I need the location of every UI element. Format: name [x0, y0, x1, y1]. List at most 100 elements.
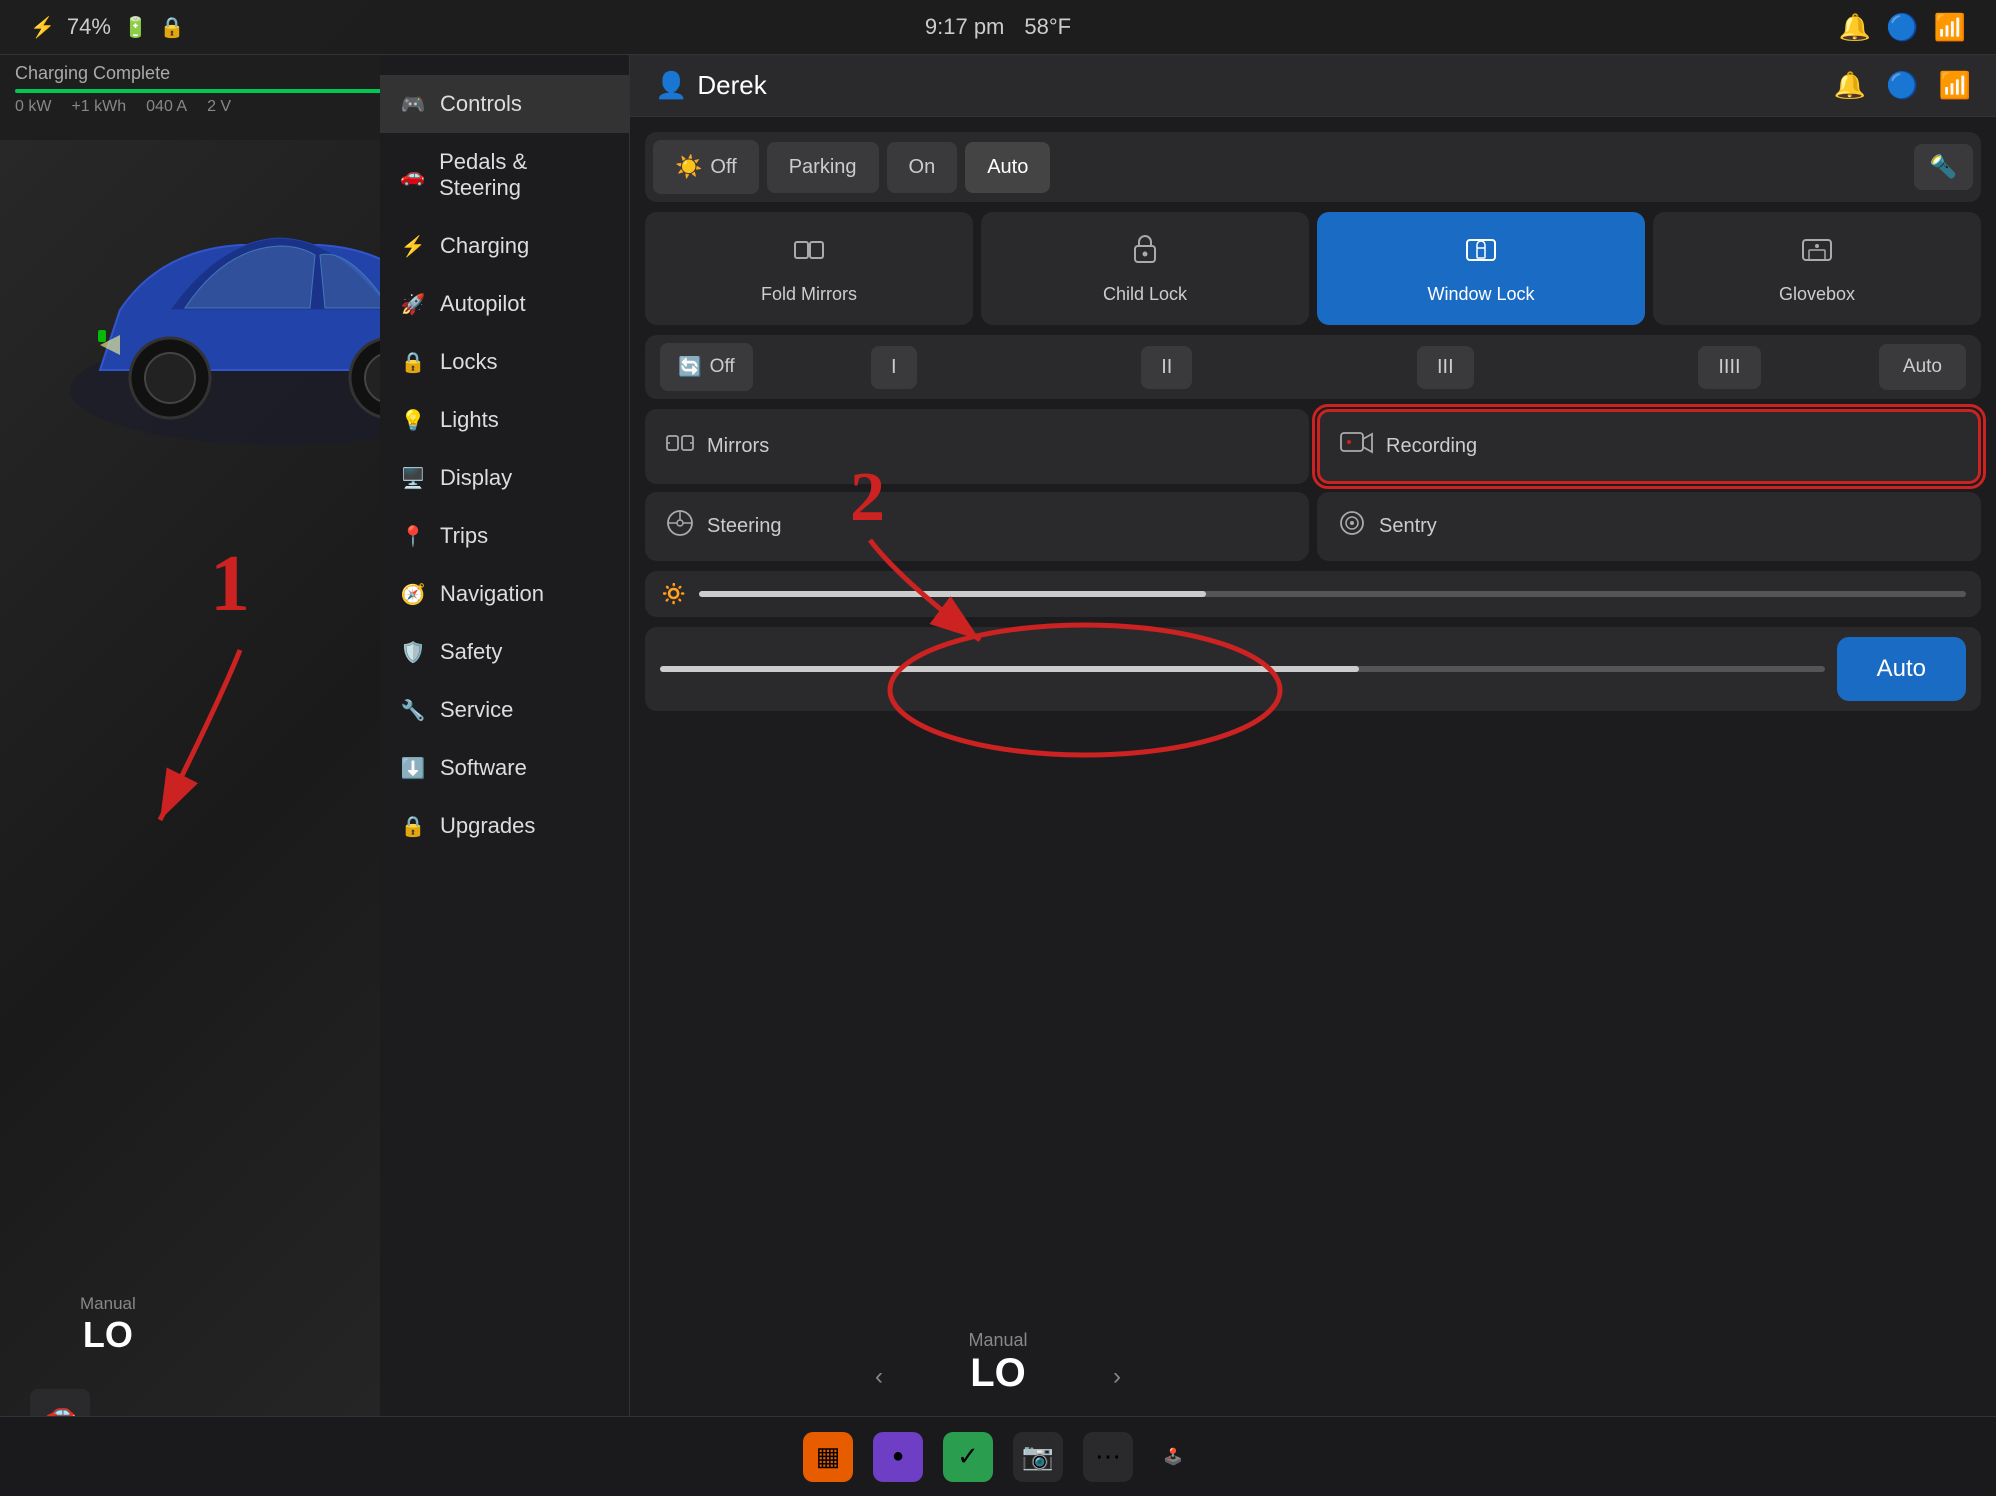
fold-mirrors-icon	[791, 232, 827, 276]
sidebar-item-lights[interactable]: 💡 Lights	[380, 391, 629, 449]
autopilot-icon: 🚀	[400, 292, 426, 317]
wiper-speed-1[interactable]: I	[871, 346, 917, 389]
sidebar-item-pedals[interactable]: 🚗 Pedals & Steering	[380, 133, 629, 217]
manual-label-left: Manual	[80, 1294, 136, 1314]
sidebar-label-lights: Lights	[440, 407, 499, 433]
notification-icon[interactable]: 🔔	[1839, 12, 1871, 43]
sidebar-label-display: Display	[440, 465, 512, 491]
sidebar-item-display[interactable]: 🖥️ Display	[380, 449, 629, 507]
sidebar-label-service: Service	[440, 697, 513, 723]
nav-chevrons: ‹ ›	[875, 1363, 1121, 1391]
navigation-icon: 🧭	[400, 582, 426, 607]
sidebar-item-autopilot[interactable]: 🚀 Autopilot	[380, 275, 629, 333]
notification-header-icon[interactable]: 🔔	[1834, 70, 1866, 101]
bluetooth-header-icon[interactable]: 🔵	[1886, 70, 1918, 101]
recording-icon	[1340, 428, 1374, 465]
wiper-speed-4[interactable]: IIII	[1698, 346, 1760, 389]
sidebar-item-upgrades[interactable]: 🔒 Upgrades	[380, 797, 629, 855]
upgrades-icon: 🔒	[400, 814, 426, 839]
sidebar-item-navigation[interactable]: 🧭 Navigation	[380, 565, 629, 623]
steering-tile[interactable]: Steering	[645, 492, 1309, 561]
lock-status-icon: 🔒	[160, 15, 185, 40]
sidebar-label-trips: Trips	[440, 523, 488, 549]
child-lock-label: Child Lock	[1103, 284, 1187, 305]
wiper-auto-button[interactable]: Auto	[1879, 344, 1966, 390]
child-lock-icon	[1127, 232, 1163, 276]
taskbar-icon-orange[interactable]: ▦	[803, 1432, 853, 1482]
sentry-label: Sentry	[1379, 515, 1437, 538]
status-bar: ⚡ 74% 🔋 🔒 9:17 pm 58°F 🔔 🔵 📶	[0, 0, 1996, 55]
header-icons: 🔔 🔵 📶	[1834, 70, 1971, 101]
lights-off-button[interactable]: ☀️ Off	[653, 140, 759, 194]
charging-bolt-icon: ⚡	[30, 15, 55, 40]
taskbar-icon-purple[interactable]: ●	[873, 1432, 923, 1482]
taskbar-joystick[interactable]: 🕹️	[1153, 1437, 1193, 1477]
glovebox-tile[interactable]: Glovebox	[1653, 212, 1981, 325]
manual-lo-left: Manual LO	[80, 1294, 136, 1356]
wiper-speed-2[interactable]: II	[1141, 346, 1192, 389]
taskbar-icon-camera[interactable]: 📷	[1013, 1432, 1063, 1482]
icon-grid: Fold Mirrors Child Lock	[645, 212, 1981, 325]
light-beam-icon-group[interactable]: 🔦	[1914, 144, 1973, 190]
charging-icon: ⚡	[400, 234, 426, 259]
left-chevron[interactable]: ‹	[875, 1363, 883, 1391]
parking-lights-label: Parking	[789, 156, 857, 179]
sidebar-item-controls[interactable]: 🎮 Controls	[380, 75, 629, 133]
bluetooth-icon[interactable]: 🔵	[1886, 12, 1918, 43]
pedals-icon: 🚗	[400, 163, 425, 188]
lights-icon: 💡	[400, 408, 426, 433]
window-lock-icon	[1463, 232, 1499, 276]
sidebar-label-pedals: Pedals & Steering	[439, 149, 609, 201]
sidebar-item-charging[interactable]: ⚡ Charging	[380, 217, 629, 275]
taskbar-icon-menu[interactable]: ⋯	[1083, 1432, 1133, 1482]
main-panel: Manual LO 🚗 🎮 Controls 🚗 Pedals & Steeri…	[0, 55, 1996, 1496]
controls-area: 👤 Derek 🔔 🔵 📶 ☀️ Off Parking On	[630, 55, 1996, 1496]
window-lock-tile[interactable]: Window Lock	[1317, 212, 1645, 325]
lights-parking-button[interactable]: Parking	[767, 142, 879, 193]
sidebar-item-safety[interactable]: 🛡️ Safety	[380, 623, 629, 681]
steering-label: Steering	[707, 515, 782, 538]
wiper-auto-label: Auto	[1903, 356, 1942, 377]
child-lock-tile[interactable]: Child Lock	[981, 212, 1309, 325]
wifi-icon[interactable]: 📶	[1934, 12, 1966, 43]
wiper-speed-3[interactable]: III	[1417, 346, 1474, 389]
brightness-slider[interactable]	[699, 591, 1966, 597]
mirrors-tile[interactable]: Mirrors	[645, 409, 1309, 484]
sidebar-label-safety: Safety	[440, 639, 502, 665]
sidebar-item-locks[interactable]: 🔒 Locks	[380, 333, 629, 391]
controls-header: 👤 Derek 🔔 🔵 📶	[630, 55, 1996, 117]
sidebar-item-trips[interactable]: 📍 Trips	[380, 507, 629, 565]
battery-percent: 74%	[67, 14, 111, 40]
auto-climate-button[interactable]: Auto	[1837, 637, 1966, 701]
wiper-off-label: Off	[710, 356, 735, 378]
taskbar-icon-green[interactable]: ✓	[943, 1432, 993, 1482]
sun-off-icon: ☀️	[675, 154, 702, 180]
glovebox-label: Glovebox	[1779, 284, 1855, 305]
light-controls-row: ☀️ Off Parking On Auto 🔦	[645, 132, 1981, 202]
controls-icon: 🎮	[400, 92, 426, 117]
lights-auto-button[interactable]: Auto	[965, 142, 1050, 193]
recording-tile[interactable]: Recording	[1317, 409, 1981, 484]
wifi-header-icon[interactable]: 📶	[1939, 70, 1971, 101]
status-right: 🔔 🔵 📶	[1839, 12, 1966, 43]
lights-on-button[interactable]: On	[887, 142, 958, 193]
wiper-off-button[interactable]: 🔄 Off	[660, 343, 753, 391]
sentry-tile[interactable]: Sentry	[1317, 492, 1981, 561]
taskbar: ▦ ● ✓ 📷 ⋯ 🕹️	[0, 1416, 1996, 1496]
display-icon: 🖥️	[400, 466, 426, 491]
mirrors-tile-icon	[665, 428, 695, 465]
manual-label-bottom: Manual	[968, 1330, 1027, 1351]
fold-mirrors-tile[interactable]: Fold Mirrors	[645, 212, 973, 325]
software-icon: ⬇️	[400, 756, 426, 781]
brightness-fill	[699, 591, 1206, 597]
sidebar-label-controls: Controls	[440, 91, 522, 117]
locks-icon: 🔒	[400, 350, 426, 375]
wiper-icon: 🔄	[678, 355, 702, 379]
sidebar-item-software[interactable]: ⬇️ Software	[380, 739, 629, 797]
sidebar-label-upgrades: Upgrades	[440, 813, 535, 839]
wiper-row: 🔄 Off I II III IIII Auto	[645, 335, 1981, 399]
sidebar-item-service[interactable]: 🔧 Service	[380, 681, 629, 739]
right-chevron[interactable]: ›	[1113, 1363, 1121, 1391]
temp-slider[interactable]	[660, 666, 1825, 672]
lights-off-label: Off	[710, 156, 736, 179]
